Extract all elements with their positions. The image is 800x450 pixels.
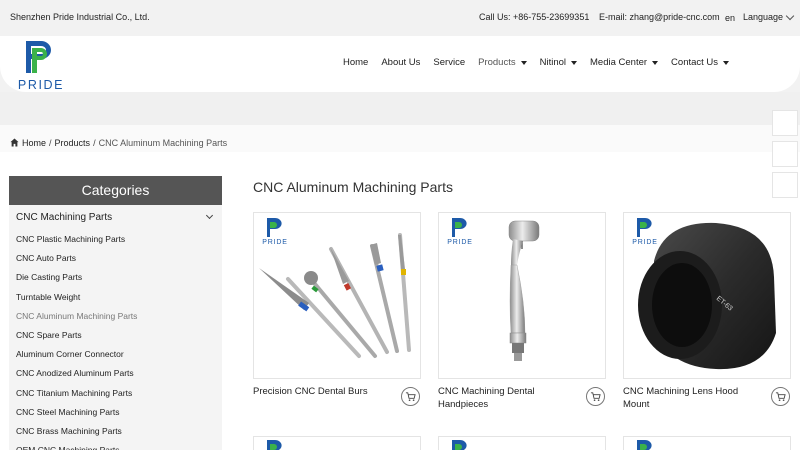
caret-down-icon [652, 60, 659, 65]
nav-home[interactable]: Home [343, 57, 368, 68]
cart-icon[interactable] [771, 387, 790, 406]
subcategory-item[interactable]: CNC Auto Parts [9, 248, 222, 267]
caret-down-icon [520, 60, 527, 65]
subcategory-item[interactable]: OEM CNC Machining Parts [9, 440, 222, 450]
subcategory-item[interactable]: Die Casting Parts [9, 267, 222, 286]
subcategory-list: CNC Plastic Machining Parts CNC Auto Par… [9, 229, 222, 450]
product-name[interactable]: CNC Machining Dental Handpieces [438, 385, 576, 411]
home-icon [10, 138, 19, 147]
product-image-dental-burs[interactable]: PRIDE [253, 212, 421, 379]
email-address[interactable]: E-mail: zhang@pride-cnc.com [599, 12, 720, 22]
subcategory-item[interactable]: CNC Plastic Machining Parts [9, 229, 222, 248]
caret-down-icon [571, 60, 578, 65]
nav-home-label: Home [343, 57, 369, 68]
language-selector[interactable]: Language [743, 11, 795, 22]
product-name[interactable]: Precision CNC Dental Burs [253, 385, 391, 398]
chevron-down-icon[interactable] [205, 211, 214, 220]
nav-about[interactable]: About Us [381, 57, 420, 68]
dental-burs-illustration [259, 233, 411, 358]
nav-service-label: Service [433, 57, 466, 68]
phone-number[interactable]: Call Us: +86-755-23699351 [479, 12, 589, 22]
nav-products-label: Products [478, 57, 516, 68]
product-card-stub[interactable] [253, 436, 421, 450]
nav-media-center[interactable]: Media Center [590, 57, 659, 68]
nav-media-label: Media Center [590, 57, 648, 68]
main-nav: Home About Us Service Products Nitinol M… [343, 57, 742, 68]
nav-service[interactable]: Service [433, 57, 465, 68]
side-tool-button[interactable] [772, 172, 798, 198]
language-code: en [725, 13, 736, 23]
language-label: Language [743, 12, 784, 22]
breadcrumb-home[interactable]: Home [22, 138, 46, 148]
product-card[interactable]: PRIDE ET-63 CNC Machining Lens Hood Moun… [623, 212, 791, 410]
subcategory-item[interactable]: CNC Steel Machining Parts [9, 402, 222, 421]
nav-about-label: About Us [381, 57, 421, 68]
pride-logo-watermark [452, 440, 467, 450]
company-name: Shenzhen Pride Industrial Co., Ltd. [10, 12, 150, 22]
side-tool-button[interactable] [772, 110, 798, 136]
logo-text: PRIDE [18, 78, 64, 92]
nav-nitinol-label: Nitinol [539, 57, 567, 68]
pride-logo-watermark [637, 440, 652, 450]
nav-nitinol[interactable]: Nitinol [539, 57, 578, 68]
banner-strip [0, 92, 800, 125]
subcategory-item[interactable]: CNC Brass Machining Parts [9, 421, 222, 440]
site-header: PRIDE Home About Us Service Products Nit… [0, 36, 800, 92]
caret-down-icon [723, 60, 730, 65]
product-card-stub[interactable] [438, 436, 606, 450]
lens-hood-illustration: ET-63 [638, 222, 776, 370]
nav-contact[interactable]: Contact Us [671, 57, 730, 68]
page-title: CNC Aluminum Machining Parts [253, 179, 453, 195]
breadcrumb: Home / Products / CNC Aluminum Machining… [0, 125, 800, 152]
subcategory-item[interactable]: CNC Titanium Machining Parts [9, 383, 222, 402]
categories-heading: Categories [9, 176, 222, 205]
breadcrumb-separator: / [49, 137, 52, 148]
product-card[interactable]: PRIDE Precision CNC Dental Burs [253, 212, 421, 406]
pride-logo-watermark [267, 440, 282, 450]
cart-icon[interactable] [401, 387, 420, 406]
chevron-down-icon [785, 11, 795, 20]
subcategory-item[interactable]: Aluminum Corner Connector [9, 344, 222, 363]
main-content: Categories CNC Machining Parts CNC Plast… [0, 152, 800, 450]
top-info-bar: Shenzhen Pride Industrial Co., Ltd. Call… [0, 0, 800, 36]
floating-side-tools [772, 110, 798, 203]
breadcrumb-separator: / [93, 137, 96, 148]
product-card[interactable]: PRIDE CNC Machining Dental Handpieces [438, 212, 606, 410]
category-label: CNC Machining Parts [16, 212, 113, 223]
subcategory-item[interactable]: Turntable Weight [9, 287, 222, 306]
subcategory-item-active[interactable]: CNC Aluminum Machining Parts [9, 306, 222, 325]
cart-icon[interactable] [586, 387, 605, 406]
side-tool-button[interactable] [772, 141, 798, 167]
pride-logo[interactable]: PRIDE [8, 38, 74, 92]
subcategory-item[interactable]: CNC Spare Parts [9, 325, 222, 344]
breadcrumb-current: CNC Aluminum Machining Parts [98, 137, 228, 148]
product-image-lens-hood[interactable]: PRIDE ET-63 [623, 212, 791, 379]
product-card-stub[interactable] [623, 436, 791, 450]
product-image-dental-handpiece[interactable]: PRIDE [438, 212, 606, 379]
handpiece-illustration [508, 220, 540, 361]
nav-contact-label: Contact Us [671, 57, 719, 68]
subcategory-item[interactable]: CNC Anodized Aluminum Parts [9, 363, 222, 382]
category-sidebar: Categories CNC Machining Parts CNC Plast… [9, 176, 222, 450]
nav-products[interactable]: Products [478, 57, 527, 68]
category-cnc-machining-parts[interactable]: CNC Machining Parts [9, 205, 222, 229]
product-name[interactable]: CNC Machining Lens Hood Mount [623, 385, 761, 411]
breadcrumb-products[interactable]: Products [55, 138, 91, 148]
